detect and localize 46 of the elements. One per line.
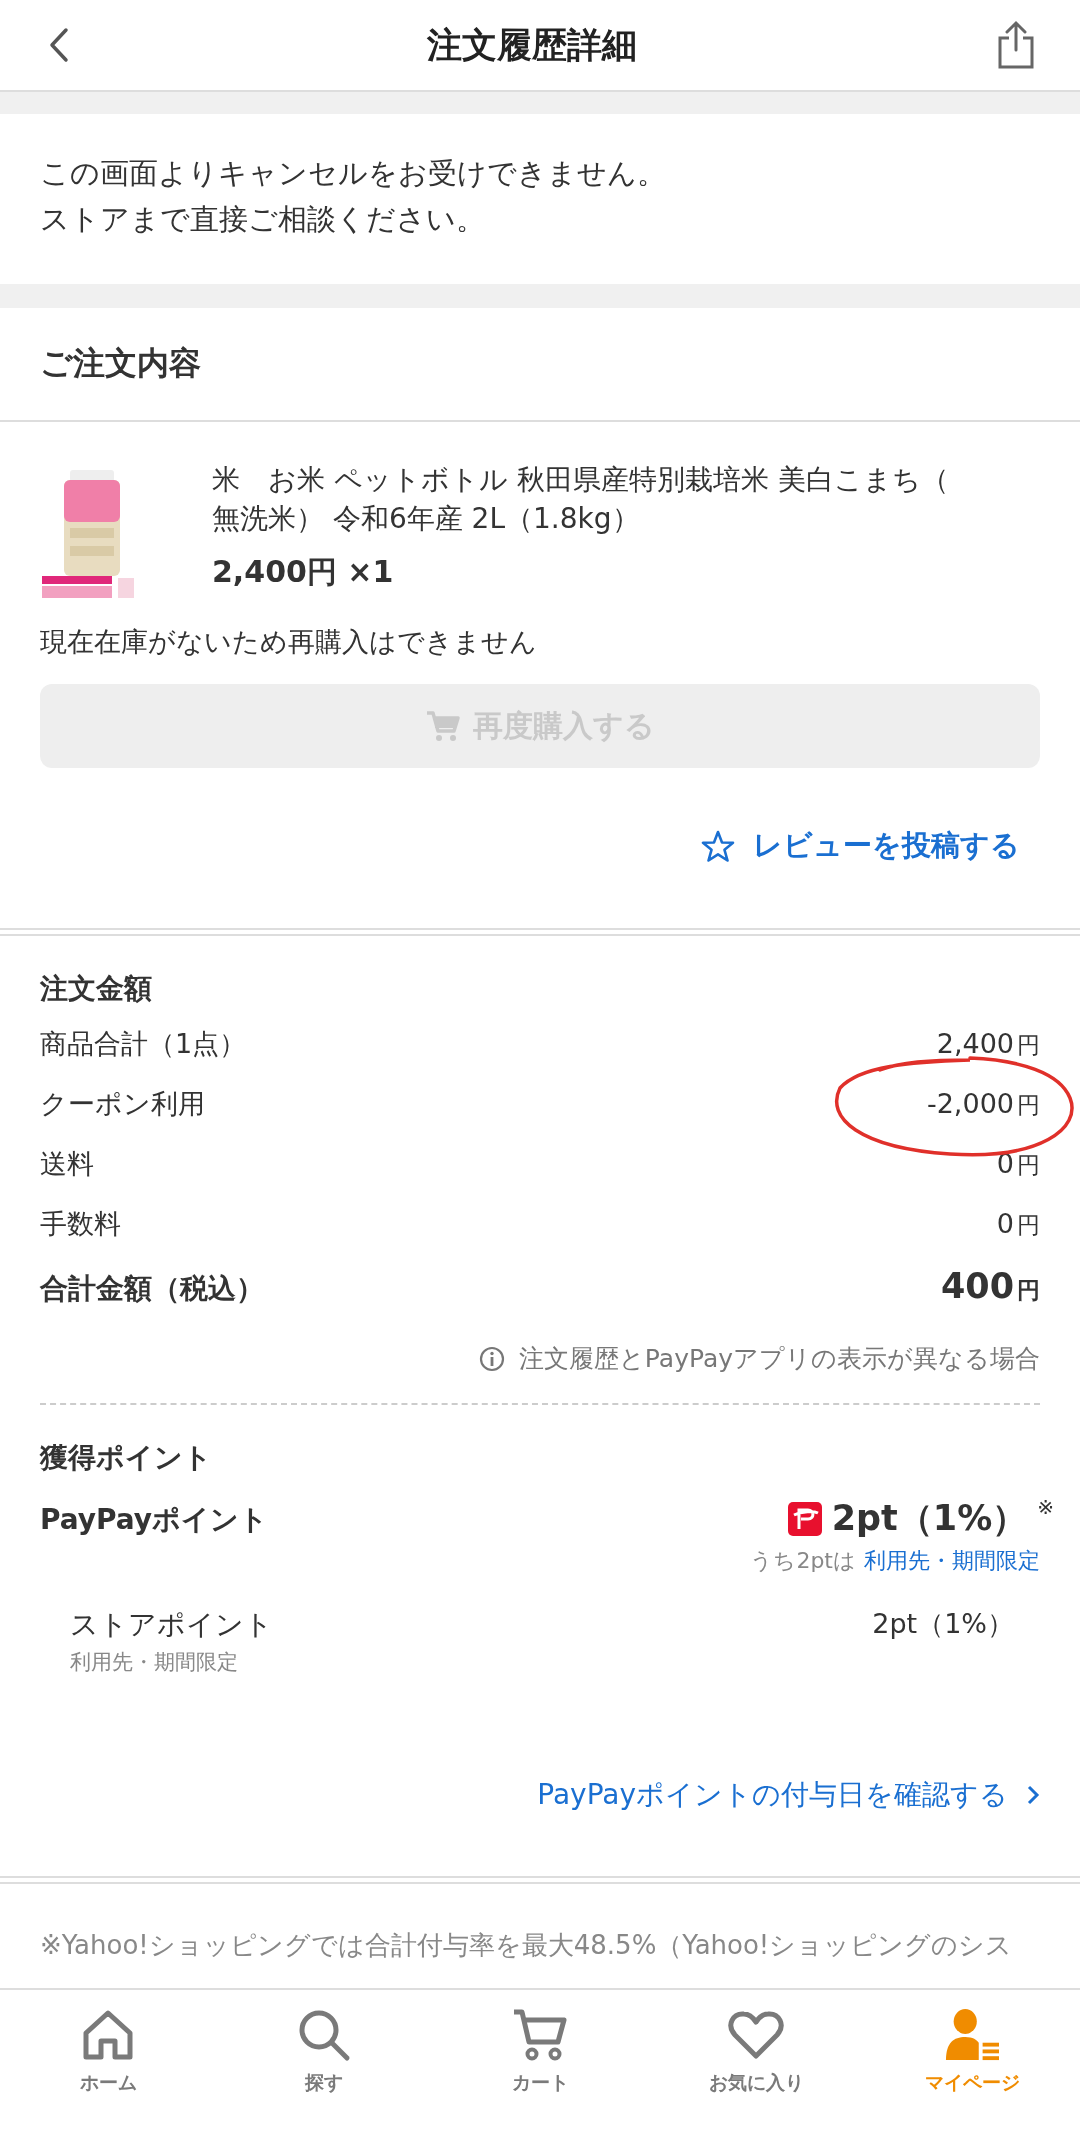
note-mark: ※ xyxy=(1037,1495,1054,1519)
amount-label: 合計金額（税込） xyxy=(40,1271,264,1307)
nav-tab[interactable]: 探す xyxy=(216,2004,432,2150)
info-note[interactable]: 注文履歴とPayPayアプリの表示が異なる場合 xyxy=(518,1342,1040,1375)
amount-value: 0 円 xyxy=(996,1208,1040,1241)
nav-tab[interactable]: カート xyxy=(432,2004,648,2150)
points-label: PayPayポイント xyxy=(40,1502,269,1538)
stock-note: 現在在庫がないため再購入はできません xyxy=(40,625,538,659)
section-heading: 注文金額 xyxy=(40,971,153,1007)
info-icon xyxy=(478,1345,505,1372)
review-link[interactable]: レビューを投稿する xyxy=(701,826,1020,866)
terms-link[interactable]: 利用先・期間限定 xyxy=(864,1546,1040,1576)
amount-label: 商品合計（1点） xyxy=(40,1027,247,1061)
user-icon xyxy=(943,2008,1001,2062)
home-icon xyxy=(81,2008,135,2062)
product-price: 2,400円 ×1 xyxy=(212,553,395,591)
back-icon[interactable] xyxy=(48,27,70,63)
points-value: 2pt（1%） xyxy=(831,1497,1028,1540)
amount-label: 送料 xyxy=(40,1147,94,1181)
section-heading: ご注文内容 xyxy=(40,343,201,384)
section-heading: 獲得ポイント xyxy=(40,1440,213,1476)
grant-date-link[interactable]: PayPayポイントの付与日を確認する xyxy=(537,1776,1040,1814)
points-note: うち2ptは xyxy=(750,1547,856,1575)
chevron-right-icon xyxy=(1026,1784,1040,1806)
amount-value: 2,400 円 xyxy=(936,1028,1040,1061)
nav-tab[interactable]: マイページ xyxy=(864,2004,1080,2150)
amount-value: 400 円 xyxy=(940,1266,1040,1306)
cart-icon xyxy=(511,2008,569,2062)
amount-value: -2,000 円 xyxy=(926,1088,1040,1121)
cart-icon xyxy=(425,710,461,742)
amount-label: 手数料 xyxy=(40,1207,121,1241)
product-name[interactable]: 米 お米 ペットボトル 秋田県産特別栽培米 美白こまち（無洗米） 令和6年産 2L（1.8kg） xyxy=(212,460,957,538)
nav-tab[interactable]: ホーム xyxy=(0,2004,216,2150)
points-note: 利用先・期間限定 xyxy=(70,1649,239,1676)
points-value: 2pt（1%） xyxy=(872,1607,1014,1641)
search-icon xyxy=(297,2008,351,2062)
star-icon xyxy=(701,830,735,862)
page-title: 注文履歴詳細 xyxy=(427,23,637,67)
heart-icon xyxy=(728,2008,784,2062)
footnote-text: ※Yahoo!ショッピングでは合計付与率を最大48.5%（Yahoo!ショッピングのシス xyxy=(39,1929,1014,1962)
amount-value: 0 円 xyxy=(996,1148,1040,1181)
points-label: ストアポイント xyxy=(70,1607,273,1643)
amount-label: クーポン利用 xyxy=(40,1087,205,1121)
nav-tab[interactable]: お気に入り xyxy=(648,2004,864,2150)
notice-text: この画面よりキャンセルをお受けできません。 ストアまで直接ご相談ください。 xyxy=(39,155,667,238)
paypay-icon xyxy=(787,1501,822,1536)
